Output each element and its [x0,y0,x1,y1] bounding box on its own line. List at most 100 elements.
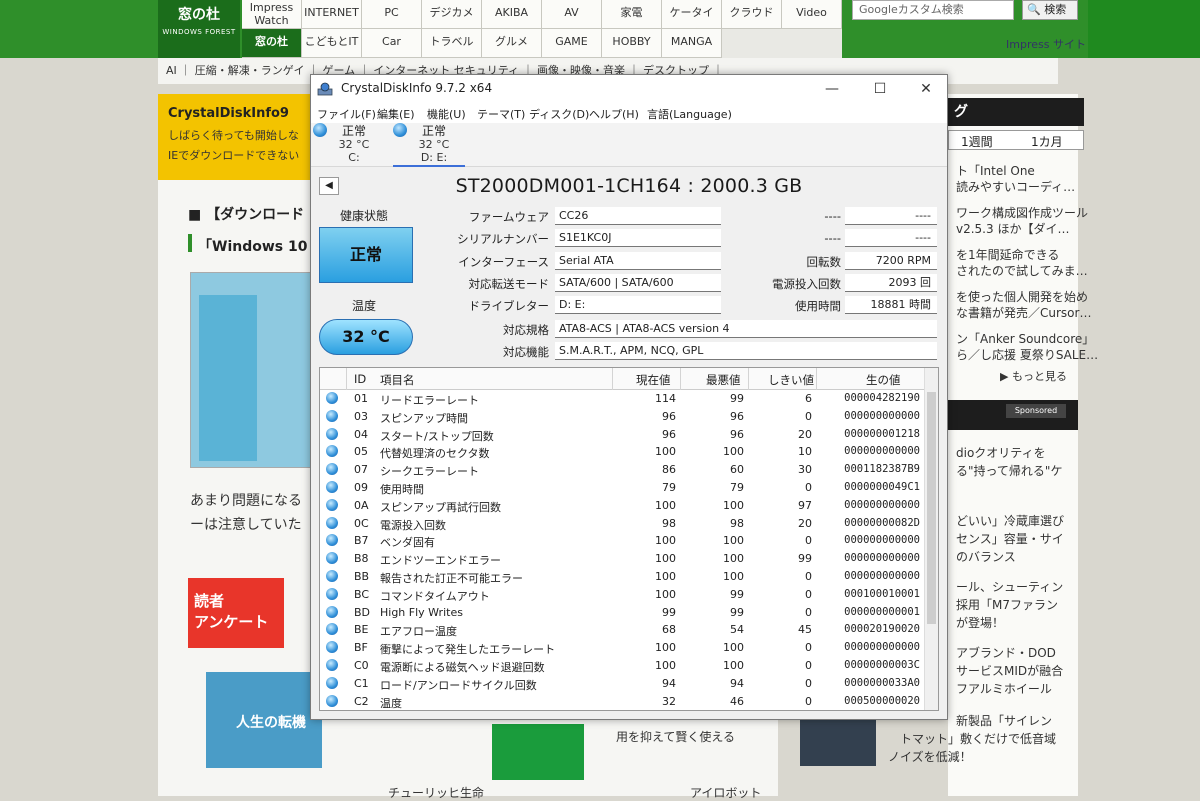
ranking-item[interactable]: ト「Intel One [956,162,1035,179]
col-worst[interactable]: 最悪値 [706,372,741,388]
blank-value-1: ---- [845,207,937,225]
tab-1week[interactable]: 1週間 [961,133,993,150]
smart-row[interactable]: C0 電源断による磁気ヘッド退避回数 100 100 0 00000000003C [320,657,924,675]
temperature-button[interactable]: 32 °C [319,319,413,355]
ranking-item[interactable]: v2.5.3 ほか【ダイ… [956,220,1069,237]
nav-car[interactable]: Car [362,29,422,58]
smart-row[interactable]: BC コマンドタイムアウト 100 99 0 000100010001 [320,586,924,604]
site-search-input[interactable]: Googleカスタム検索 [852,0,1014,20]
smart-row[interactable]: BE エアフロー温度 68 54 45 000020190020 [320,621,924,639]
nav-travel[interactable]: トラベル [422,29,482,58]
nav-hobby[interactable]: HOBBY [602,29,662,58]
nav-manga[interactable]: MANGA [662,29,722,58]
smart-row[interactable]: B8 エンドツーエンドエラー 100 100 99 000000000000 [320,550,924,568]
menu-language[interactable]: 言語(Language) [647,106,732,122]
title-bar[interactable]: CrystalDiskInfo 9.7.2 x64 — ☐ ✕ [311,75,947,103]
nav-madonomori[interactable]: 窓の杜 [242,29,302,58]
site-logo[interactable]: 窓の杜 WINDOWS FOREST [158,0,240,58]
drive-c-button[interactable]: 正常 32 °C C: [313,123,385,167]
smart-row[interactable]: 0A スピンアップ再試行回数 100 100 97 000000000000 [320,497,924,515]
sponsored-item[interactable]: 新製品「サイレン [956,712,1052,729]
ranking-item[interactable]: な書籍が発売／Cursor… [956,304,1091,321]
sponsored-item[interactable]: センス」容量・サイ [956,530,1064,547]
product-ad-image[interactable] [492,724,584,780]
col-current[interactable]: 現在値 [636,372,671,388]
sponsored-item[interactable]: dioクオリティを [956,444,1046,461]
menu-disk[interactable]: ディスク(D) [529,106,589,122]
smart-cell-thr: 0 [805,641,812,655]
insurance-ad-image[interactable]: 人生の転機 [206,672,322,768]
smart-row[interactable]: BD High Fly Writes 99 99 0 000000000001 [320,604,924,622]
menu-edit[interactable]: 編集(E) [377,106,415,122]
smart-row[interactable]: 09 使用時間 79 79 0 0000000049C1 [320,479,924,497]
col-raw-value[interactable]: 生の値 [866,372,901,388]
nav-av[interactable]: AV [542,0,602,29]
nav-keitai[interactable]: ケータイ [662,0,722,29]
more-link[interactable]: ▶ もっと見る [1000,368,1067,384]
sponsored-item[interactable]: トマット」敷くだけで低音域 [900,730,1056,747]
sponsored-item[interactable]: が登場！ [956,614,1004,631]
sponsored-item[interactable]: アブランド・DOD [956,644,1056,661]
ranking-item[interactable]: ワーク構成図作成ツール [956,204,1088,221]
nav-gourmet[interactable]: グルメ [482,29,542,58]
menu-help[interactable]: ヘルプ(H) [589,106,639,122]
drive-de-button[interactable]: 正常 32 °C D: E: [393,123,465,167]
table-scrollbar[interactable] [924,368,938,710]
smart-row[interactable]: BF 衝撃によって発生したエラーレート 100 100 0 000000000000 [320,639,924,657]
smart-row[interactable]: 03 スピンアップ時間 96 96 0 000000000000 [320,408,924,426]
menu-theme[interactable]: テーマ(T) [477,106,525,122]
health-status-button[interactable]: 正常 [319,227,413,283]
menu-function[interactable]: 機能(U) [427,106,466,122]
maximize-icon[interactable]: ☐ [857,75,903,103]
sponsored-item[interactable]: ノイズを低減！ [888,748,972,765]
crystaldiskinfo-icon [317,82,333,96]
nav-impress-watch[interactable]: Impress Watch [242,0,302,29]
smart-row[interactable]: 0C 電源投入回数 98 98 20 00000000082D [320,515,924,533]
nav-video[interactable]: Video [782,0,842,29]
smart-row[interactable]: 05 代替処理済のセクタ数 100 100 10 000000000000 [320,443,924,461]
nav-kaden[interactable]: 家電 [602,0,662,29]
ranking-item[interactable]: 読みやすいコーディ… [956,178,1075,195]
col-id[interactable]: ID [354,372,366,386]
ranking-item[interactable]: を使った個人開発を始め [956,288,1088,305]
minimize-icon[interactable]: — [809,75,855,103]
sponsored-item[interactable]: のバランス [956,548,1016,565]
smart-cell-raw: 000000000000 [844,409,920,422]
nav-akiba[interactable]: AKIBA [482,0,542,29]
section-windows10: 「Windows 10 [198,239,308,255]
close-icon[interactable]: ✕ [903,75,949,103]
smart-row[interactable]: 04 スタート/ストップ回数 96 96 20 000000001218 [320,426,924,444]
sponsored-item[interactable]: サービスMIDが融合 [956,662,1063,679]
interface-label: インターフェース [458,255,549,269]
sponsored-item[interactable]: フアルミホイール [956,680,1052,697]
sponsored-item[interactable]: ール、シューティン [956,578,1063,595]
smart-row[interactable]: 01 リードエラーレート 114 99 6 000004282190 [320,390,924,408]
nav-dejikame[interactable]: デジカメ [422,0,482,29]
reader-survey-banner[interactable]: 読者 アンケート [188,578,284,648]
scrollbar-thumb[interactable] [927,392,936,624]
sponsored-item[interactable]: る"持って帰れる"ケ [956,462,1062,479]
tab-1month[interactable]: 1カ月 [1031,133,1063,150]
smart-row[interactable]: B7 ベンダ固有 100 100 0 000000000000 [320,532,924,550]
impress-site-link[interactable]: Impress サイト [1006,36,1086,52]
col-threshold[interactable]: しきい値 [768,372,814,388]
crystaldiskinfo-window: CrystalDiskInfo 9.7.2 x64 — ☐ ✕ ファイル(F) … [310,74,948,720]
ranking-item[interactable]: ら／し応援 夏祭りSALE… [956,346,1098,363]
menu-file[interactable]: ファイル(F) [317,106,376,122]
smart-row[interactable]: C1 ロード/アンロードサイクル回数 94 94 0 0000000033A0 [320,675,924,693]
ranking-item[interactable]: ン「Anker Soundcore」 [956,330,1094,347]
site-search-button[interactable]: 🔍 検索 [1022,0,1078,20]
col-attribute-name[interactable]: 項目名 [380,372,415,388]
nav-pc[interactable]: PC [362,0,422,29]
smart-row[interactable]: BB 報告された訂正不可能エラー 100 100 0 000000000000 [320,568,924,586]
nav-internet[interactable]: INTERNET [302,0,362,29]
nav-kodomo-to-it[interactable]: こどもとIT [302,29,362,58]
smart-row[interactable]: 07 シークエラーレート 86 60 30 0001182387B9 [320,461,924,479]
ranking-item[interactable]: を1年間延命できる [956,246,1059,263]
ranking-item[interactable]: されたので試してみま… [956,262,1088,279]
nav-cloud[interactable]: クラウド [722,0,782,29]
sponsored-item[interactable]: どいい」冷蔵庫選び [956,512,1064,529]
smart-row[interactable]: C2 温度 32 46 0 000500000020 [320,693,924,710]
nav-game[interactable]: GAME [542,29,602,58]
sponsored-item[interactable]: 採用「M7ファラン [956,596,1058,613]
